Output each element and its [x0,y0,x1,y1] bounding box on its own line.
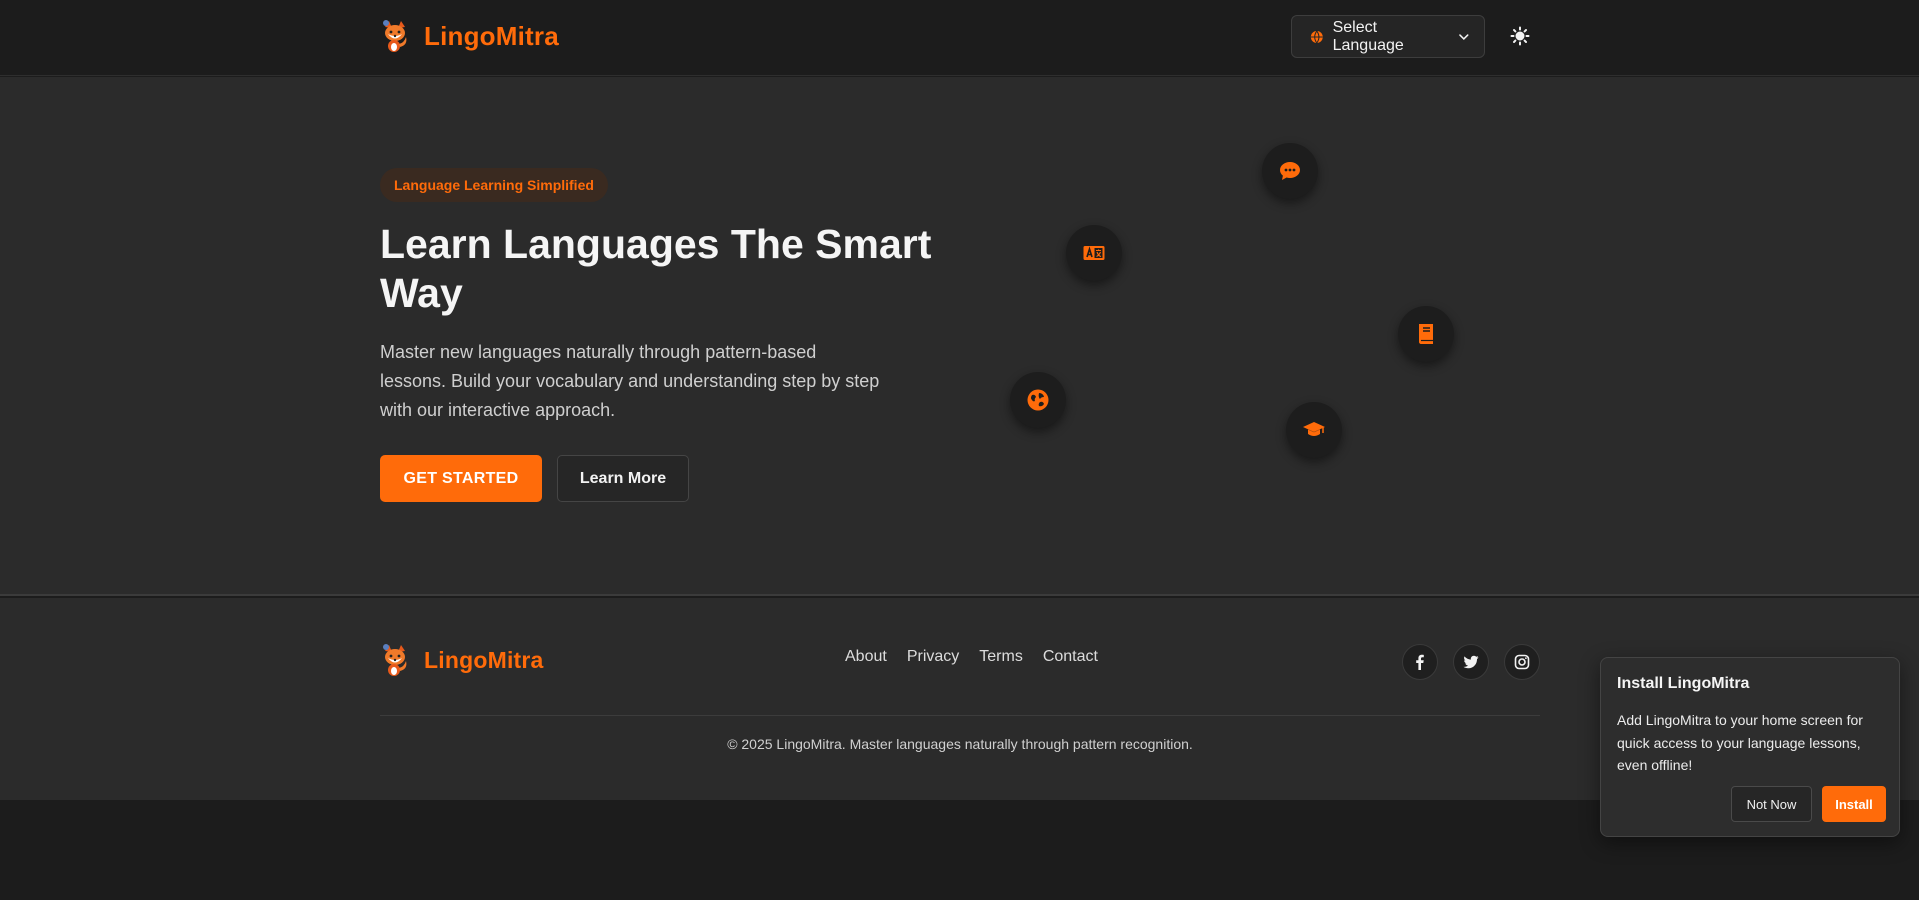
hero-section: Language Learning Simplified Learn Langu… [0,77,1919,596]
floating-book-bubble [1398,306,1454,362]
floating-graduation-bubble [1286,402,1342,458]
footer-link-privacy[interactable]: Privacy [907,648,959,666]
footer-divider [380,715,1540,716]
footer-link-contact[interactable]: Contact [1043,648,1098,666]
footer-link-about[interactable]: About [845,648,887,666]
footer-brand-name: LingoMitra [424,646,544,673]
hero-title: Learn Languages The Smart Way [380,221,932,316]
chat-icon [1280,162,1300,180]
install-prompt: Install LingoMitra Add LingoMitra to you… [1600,657,1900,837]
facebook-button[interactable] [1402,644,1438,680]
instagram-button[interactable] [1504,644,1540,680]
chevron-down-icon [1459,33,1469,40]
install-prompt-body: Add LingoMitra to your home screen for q… [1617,712,1863,773]
install-prompt-title: Install LingoMitra [1617,675,1750,692]
sun-icon [1510,26,1530,46]
fox-logo-icon [383,20,407,52]
learn-more-button[interactable]: Learn More [557,455,689,502]
theme-toggle-button[interactable] [1508,24,1532,48]
hero-description: Master new languages naturally through p… [380,342,880,420]
instagram-icon [1514,654,1530,670]
footer-links: About Privacy Terms Contact [845,648,1098,666]
graduation-cap-icon [1303,422,1325,436]
get-started-button[interactable]: GET STARTED [380,455,542,502]
globe-icon [1027,389,1049,411]
floating-globe-bubble [1010,372,1066,428]
footer-link-terms[interactable]: Terms [979,648,1023,666]
fox-logo-icon [383,644,407,676]
floating-chat-bubble [1262,143,1318,199]
language-select[interactable]: Select Language [1291,15,1485,58]
floating-translate-bubble [1066,225,1122,281]
not-now-button[interactable]: Not Now [1731,786,1812,822]
book-icon [1419,324,1433,344]
twitter-button[interactable] [1453,644,1489,680]
copyright-text: © 2025 LingoMitra. Master languages natu… [727,736,1193,752]
header-brand[interactable]: LingoMitra [380,14,559,58]
twitter-icon [1463,655,1479,669]
hero-badge: Language Learning Simplified [380,168,608,202]
social-links [1402,644,1540,680]
brand-name: LingoMitra [424,20,559,51]
language-select-label: Select Language [1332,18,1404,54]
facebook-icon [1416,654,1424,670]
footer-brand[interactable]: LingoMitra [380,638,544,682]
translate-icon [1083,246,1105,260]
install-button[interactable]: Install [1822,786,1886,822]
globe-icon [1310,30,1323,43]
site-header: LingoMitra Select Language [0,0,1919,76]
